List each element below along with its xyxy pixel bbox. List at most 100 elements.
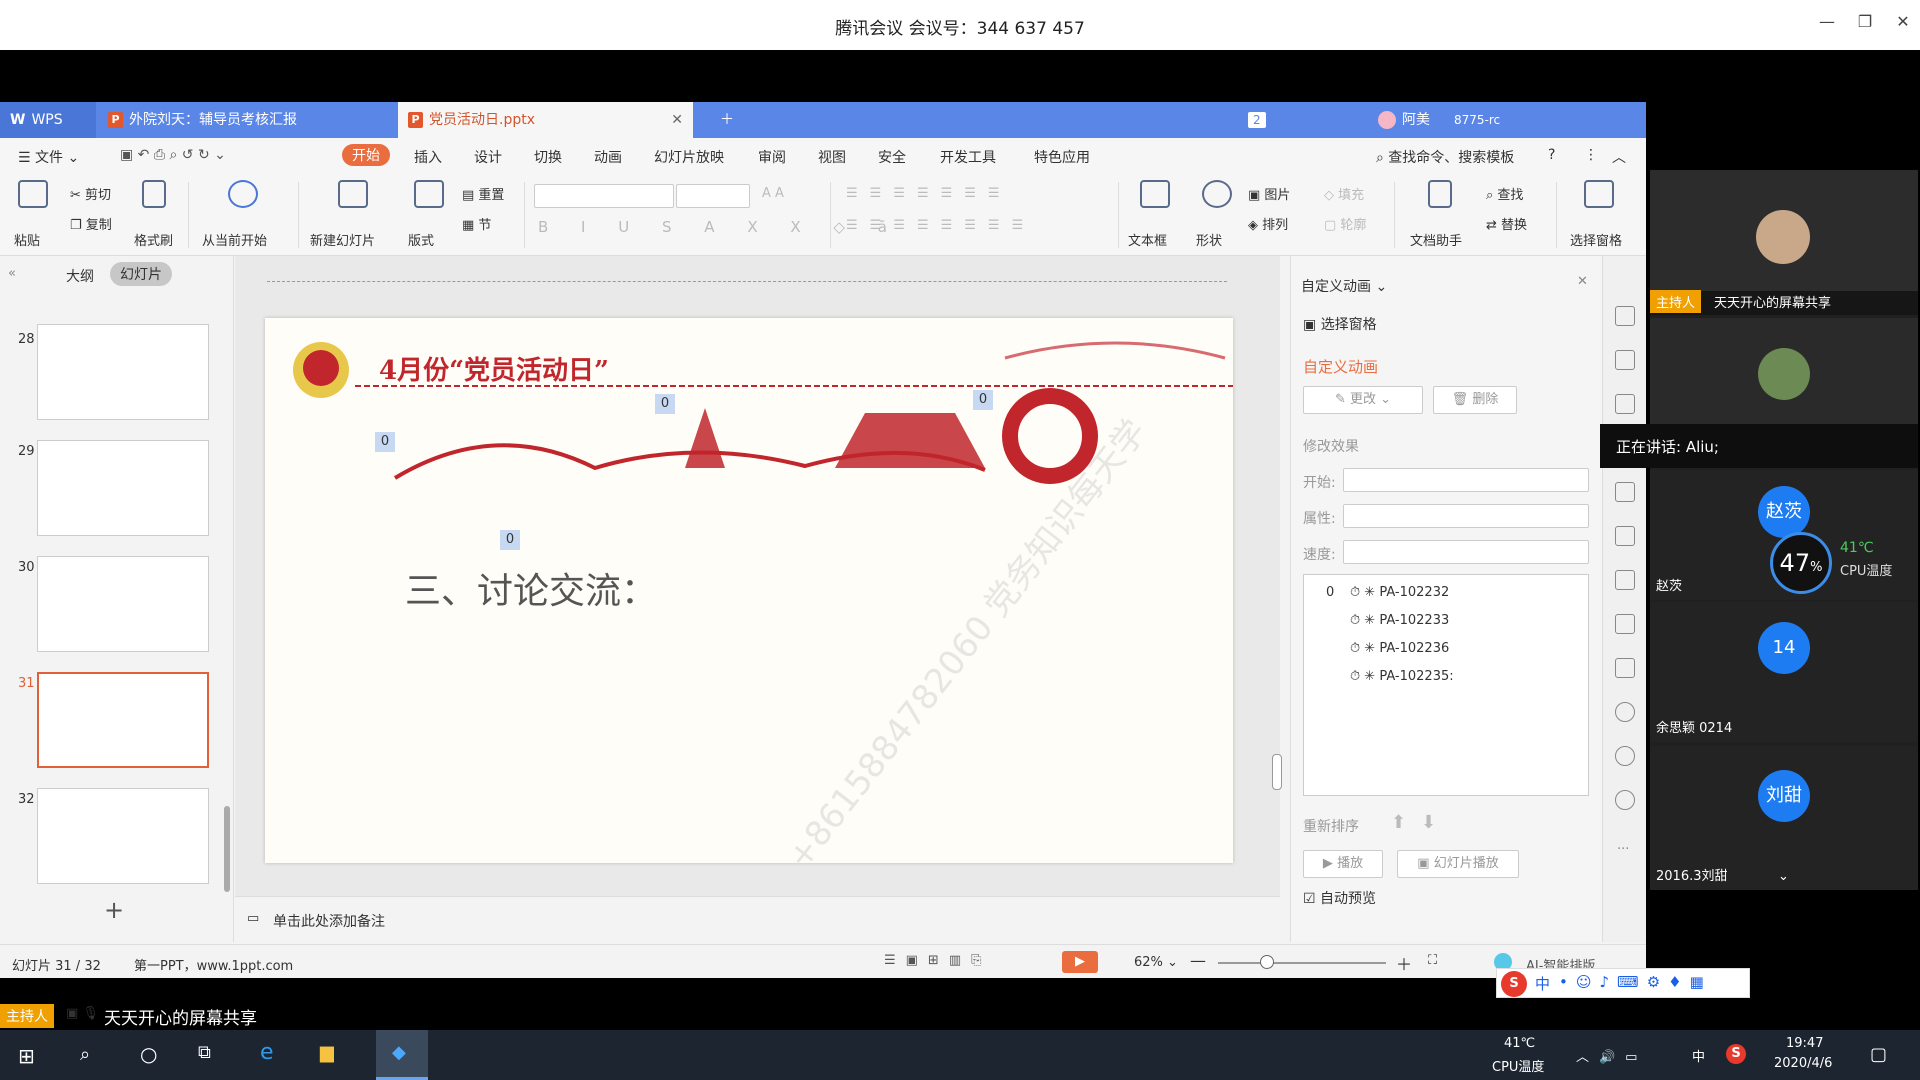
close-pane-icon[interactable]: ✕ xyxy=(1577,274,1588,289)
slide-thumb-31[interactable] xyxy=(37,672,209,768)
tab-wps[interactable]: W WPS xyxy=(0,102,96,138)
zoom-level[interactable]: 62% ⌄ xyxy=(1134,955,1178,970)
image-icon[interactable] xyxy=(1615,614,1635,634)
select-pane-link[interactable]: ▣ 选择窗格 xyxy=(1303,314,1377,334)
tab-doc-active[interactable]: P 党员活动日.pptx ✕ xyxy=(398,102,693,138)
zoom-slider[interactable] xyxy=(1218,962,1386,964)
star-icon[interactable] xyxy=(1615,482,1635,502)
speed-select[interactable] xyxy=(1343,540,1589,564)
user-name[interactable]: 阿美 xyxy=(1368,102,1440,138)
help-icon[interactable]: ? xyxy=(1548,147,1555,163)
start-select[interactable] xyxy=(1343,468,1589,492)
slide-thumb-28[interactable] xyxy=(37,324,209,420)
video-tile-2[interactable] xyxy=(1650,318,1918,438)
play-button[interactable]: ▶ 播放 xyxy=(1303,850,1383,878)
slide-thumb-30[interactable] xyxy=(37,556,209,652)
history-icon[interactable] xyxy=(1615,746,1635,766)
more-dots-icon[interactable]: ··· xyxy=(1617,842,1629,857)
view-mode-icons[interactable]: ☰▣⊞▥⎘ xyxy=(884,953,992,968)
paragraph-icons-bottom[interactable]: ☰☰☰☰☰☰☰☰ xyxy=(846,218,1035,233)
explorer-icon[interactable]: ▆ xyxy=(320,1042,334,1063)
canvas-scrollbar[interactable] xyxy=(1272,754,1282,790)
play-slideshow-button[interactable]: ▶ xyxy=(1062,951,1098,973)
fill-button[interactable]: ◇ 填充 xyxy=(1324,184,1364,203)
edge-icon[interactable]: e xyxy=(260,1040,274,1065)
share-icon[interactable] xyxy=(1615,570,1635,590)
tab-count-badge[interactable]: 2 xyxy=(1238,102,1276,138)
slide-thumb-29[interactable] xyxy=(37,440,209,536)
cut-button[interactable]: ✂ 剪切 xyxy=(70,184,111,203)
ime-mode[interactable]: 中 xyxy=(1535,973,1550,994)
slides-scrollbar[interactable] xyxy=(224,806,230,892)
zoom-in-icon[interactable]: ＋ xyxy=(1396,951,1412,975)
new-slide-button[interactable]: 新建幻灯片 xyxy=(310,230,375,249)
picture-button[interactable]: ▣ 图片 xyxy=(1248,184,1290,203)
video-tile-5[interactable]: 刘甜 2016.3刘甜 ⌄ xyxy=(1650,746,1918,890)
more-icon[interactable]: ⋮ xyxy=(1584,147,1598,163)
video-tile-host[interactable]: 主持人 天天开心的屏幕共享 xyxy=(1650,170,1918,315)
menu-review[interactable]: 审阅 xyxy=(758,147,786,167)
paragraph-icons-top[interactable]: ☰☰☰☰☰☰☰ xyxy=(846,186,1012,201)
chevron-down-icon[interactable]: ⌄ xyxy=(1778,869,1789,884)
paste-button[interactable]: 粘贴 xyxy=(14,230,40,249)
box-icon[interactable] xyxy=(1615,526,1635,546)
menu-slideshow[interactable]: 幻灯片放映 xyxy=(654,147,724,167)
menu-view[interactable]: 视图 xyxy=(818,147,846,167)
clock-time[interactable]: 19:47 xyxy=(1786,1036,1823,1051)
menu-insert[interactable]: 插入 xyxy=(414,147,442,167)
slideshow-button[interactable]: ▣ 幻灯片播放 xyxy=(1397,850,1519,878)
taskbar-meeting-app[interactable]: ◆ xyxy=(376,1030,428,1080)
zoom-out-icon[interactable]: — xyxy=(1190,951,1206,970)
menu-design[interactable]: 设计 xyxy=(474,147,502,167)
tab-slides[interactable]: 幻灯片 xyxy=(110,262,172,286)
close-button[interactable]: ✕ xyxy=(1888,12,1918,31)
command-search[interactable]: ⌕ 查找命令、搜索模板 xyxy=(1376,147,1514,167)
menu-transition[interactable]: 切换 xyxy=(534,147,562,167)
menu-security[interactable]: 安全 xyxy=(878,147,906,167)
question-icon[interactable] xyxy=(1615,790,1635,810)
font-family-select[interactable] xyxy=(534,184,674,208)
copy-icon[interactable] xyxy=(1615,350,1635,370)
copy-button[interactable]: ❐ 复制 xyxy=(70,214,112,233)
property-select[interactable] xyxy=(1343,504,1589,528)
pin-icon[interactable] xyxy=(1615,306,1635,326)
from-current-button[interactable]: 从当前开始 xyxy=(202,230,267,249)
download-icon[interactable] xyxy=(1615,702,1635,722)
ime-tools-icons[interactable]: •☺♪⌨⚙♦▦ xyxy=(1559,973,1712,991)
menu-animation[interactable]: 动画 xyxy=(594,147,622,167)
file-menu[interactable]: ☰ 文件 ⌄ xyxy=(18,147,79,167)
video-tile-4[interactable]: 14 余思颖 0214 xyxy=(1650,602,1918,742)
anim-item[interactable]: ⏱ ✳ PA-102233 xyxy=(1350,613,1449,628)
sogou-tray-icon[interactable]: S xyxy=(1726,1044,1746,1064)
tab-outline[interactable]: 大纲 xyxy=(66,266,94,286)
autopreview-checkbox[interactable]: ☑ 自动预览 xyxy=(1303,888,1376,908)
section-button[interactable]: ▦ 节 xyxy=(462,214,491,233)
slide-title[interactable]: 4月份“党员活动日” xyxy=(379,350,609,387)
cortana-icon[interactable]: ○ xyxy=(140,1042,157,1066)
move-up-icon[interactable]: ⬆ xyxy=(1391,812,1406,833)
settings-icon[interactable] xyxy=(1615,394,1635,414)
tray-ime[interactable]: 中 xyxy=(1692,1046,1705,1065)
font-size-select[interactable] xyxy=(676,184,750,208)
anim-pane-header[interactable]: 自定义动画 ⌄ xyxy=(1301,276,1387,296)
anim-item[interactable]: ⏱ ✳ PA-102236 xyxy=(1350,641,1449,656)
font-grow-shrink-icons[interactable]: A A xyxy=(762,186,784,201)
minimize-button[interactable]: — xyxy=(1812,12,1842,31)
anim-item[interactable]: ⏱ ✳ PA-102232 xyxy=(1350,585,1449,600)
search-icon[interactable]: ⌕ xyxy=(80,1044,90,1065)
layout-button[interactable]: 版式 xyxy=(408,230,434,249)
close-tab-icon[interactable]: ✕ xyxy=(671,102,683,138)
outline-button[interactable]: ▢ 轮廓 xyxy=(1324,214,1366,233)
menu-features[interactable]: 特色应用 xyxy=(1034,147,1090,167)
collapse-ribbon-icon[interactable]: ︿ xyxy=(1612,147,1626,167)
shape-button[interactable]: 形状 xyxy=(1196,230,1222,249)
template-name[interactable]: 第一PPT，www.1ppt.com xyxy=(134,955,293,974)
ime-toolbar[interactable]: S 中 •☺♪⌨⚙♦▦ xyxy=(1496,968,1750,998)
clock-date[interactable]: 2020/4/6 xyxy=(1774,1056,1832,1071)
current-slide[interactable]: 4月份“党员活动日” 0 0 0 0 三、讨论交流： +861588478206… xyxy=(265,318,1233,877)
tab-doc-1[interactable]: P 外院刘天：辅导员考核汇报 xyxy=(98,102,394,138)
replace-button[interactable]: ⇄ 替换 xyxy=(1486,214,1527,233)
slide-body[interactable]: 三、讨论交流： xyxy=(405,562,657,614)
menu-home[interactable]: 开始 xyxy=(342,144,390,166)
add-slide-button[interactable]: + xyxy=(104,896,124,924)
